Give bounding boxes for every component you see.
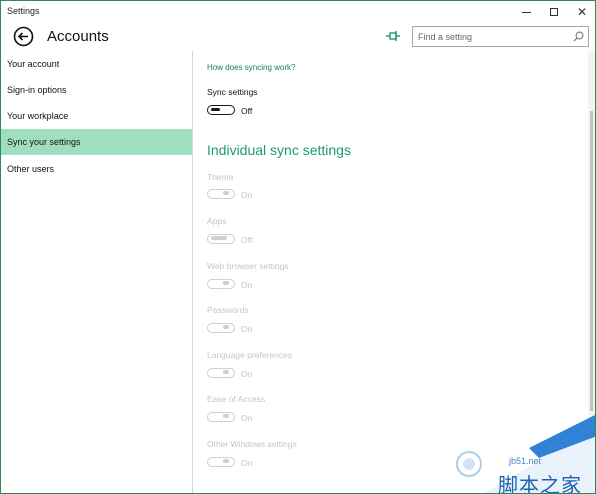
sidebar-item-label: Other users (7, 164, 55, 174)
toggle-knob (223, 370, 229, 375)
toggle-knob (223, 191, 229, 196)
sidebar-item-sign-in-options[interactable]: Sign-in options (1, 77, 192, 103)
sidebar: Your account Sign-in options Your workpl… (1, 51, 193, 493)
passwords-label: Passwords (207, 305, 249, 315)
sidebar-item-label: Sign-in options (7, 85, 67, 95)
theme-label: Theme (207, 172, 234, 182)
theme-state: On (241, 190, 253, 200)
ease-of-access-state: On (241, 413, 253, 423)
back-button[interactable] (13, 26, 34, 47)
close-icon: ✕ (576, 5, 588, 19)
toggle-knob (211, 236, 227, 241)
search-icon[interactable] (573, 31, 584, 42)
sidebar-item-other-users[interactable]: Other users (1, 156, 192, 182)
sidebar-item-your-workplace[interactable]: Your workplace (1, 103, 192, 129)
window-title: Settings (7, 6, 40, 16)
settings-window: Settings ✕ Accounts Find a setting Your … (0, 0, 596, 494)
toggle-knob (223, 281, 229, 286)
watermark: jb51.net 脚本之家 (441, 406, 595, 494)
maximize-icon (550, 8, 558, 16)
web-browser-settings-state: On (241, 280, 253, 290)
watermark-site: jb51.net (509, 456, 542, 466)
theme-toggle[interactable] (207, 189, 235, 199)
toggle-knob (223, 459, 229, 464)
other-windows-settings-label: Other Windows settings (207, 439, 297, 449)
title-bar: Settings ✕ (1, 1, 595, 23)
toggle-knob (223, 414, 229, 419)
sync-settings-label: Sync settings (207, 87, 258, 97)
language-preferences-state: On (241, 369, 253, 379)
passwords-state: On (241, 324, 253, 334)
toggle-knob (223, 325, 229, 330)
how-syncing-works-link[interactable]: How does syncing work? (207, 63, 295, 72)
watermark-text: 脚本之家 (498, 473, 582, 494)
individual-sync-heading: Individual sync settings (207, 142, 351, 158)
passwords-toggle[interactable] (207, 323, 235, 333)
sidebar-item-label: Sync your settings (7, 137, 81, 147)
apps-toggle[interactable] (207, 234, 235, 244)
search-input[interactable] (413, 27, 569, 46)
sync-settings-state: Off (241, 106, 253, 116)
sidebar-item-sync-your-settings[interactable]: Sync your settings (1, 129, 192, 155)
scrollbar-thumb[interactable] (590, 111, 593, 411)
close-button[interactable]: ✕ (567, 1, 595, 23)
search-box[interactable] (412, 26, 589, 47)
other-windows-settings-toggle[interactable] (207, 457, 235, 467)
language-preferences-label: Language preferences (207, 350, 293, 360)
apps-state: Off (241, 235, 253, 245)
web-browser-settings-toggle[interactable] (207, 279, 235, 289)
other-windows-settings-state: On (241, 458, 253, 468)
language-preferences-toggle[interactable] (207, 368, 235, 378)
back-arrow-icon (13, 26, 34, 47)
sync-settings-toggle[interactable] (207, 105, 235, 115)
ease-of-access-toggle[interactable] (207, 412, 235, 422)
page-title: Accounts (47, 28, 109, 45)
sidebar-item-label: Your workplace (7, 111, 69, 121)
apps-label: Apps (207, 216, 227, 226)
toggle-knob (211, 107, 220, 112)
web-browser-settings-label: Web browser settings (207, 261, 289, 271)
minimize-icon (521, 11, 531, 13)
pin-icon (386, 31, 400, 41)
ease-of-access-label: Ease of Access (207, 394, 266, 404)
sidebar-item-label: Your account (7, 59, 60, 69)
sidebar-item-your-account[interactable]: Your account (1, 51, 192, 77)
page-header: Accounts (1, 23, 595, 51)
maximize-button[interactable] (539, 1, 569, 23)
pin-button[interactable] (385, 29, 401, 43)
minimize-button[interactable] (511, 1, 541, 23)
